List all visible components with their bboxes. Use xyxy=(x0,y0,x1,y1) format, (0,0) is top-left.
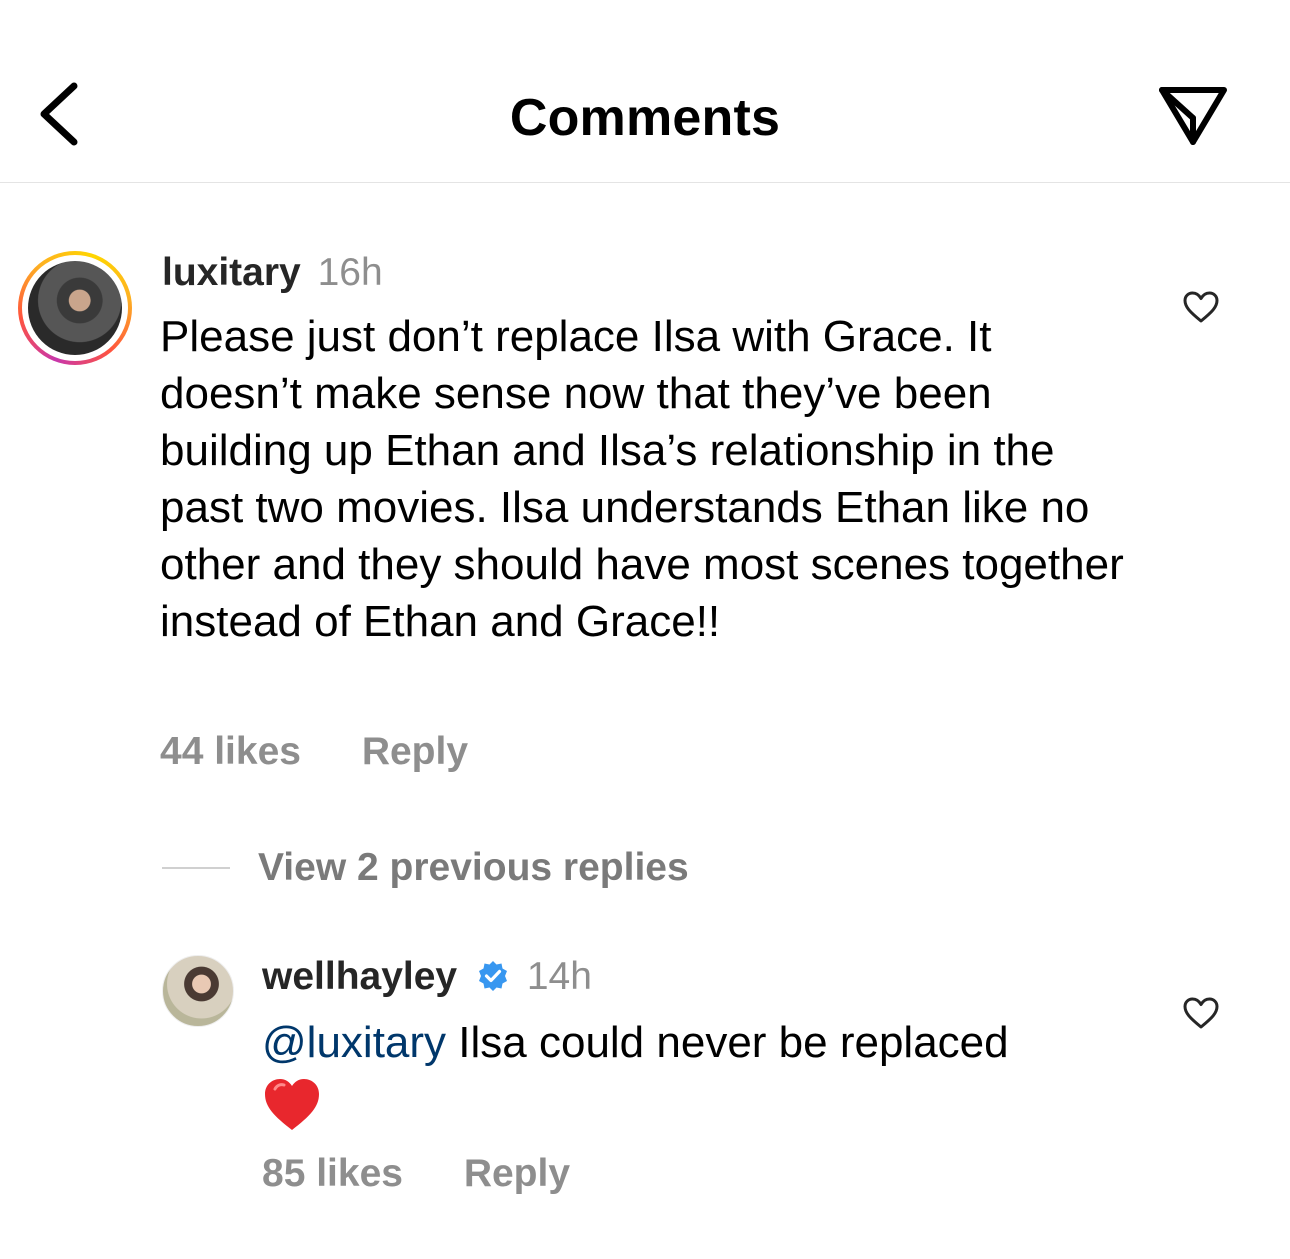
reply-meta: 85 likes Reply xyxy=(262,1152,570,1196)
page-title: Comments xyxy=(509,89,781,147)
likes-count[interactable]: 44 likes xyxy=(160,730,301,774)
like-button[interactable] xyxy=(1182,290,1220,324)
reply-text-block: @luxitary Ilsa could never be replaced xyxy=(262,1014,1142,1147)
heart-outline-icon xyxy=(1183,997,1219,1029)
view-previous-replies[interactable]: View 2 previous replies xyxy=(162,845,689,891)
share-button[interactable] xyxy=(1156,82,1230,148)
header-bar: Comments xyxy=(0,0,1290,183)
comment-meta: 44 likes Reply xyxy=(160,730,468,774)
reply-avatar[interactable] xyxy=(162,955,234,1027)
reply-like-button[interactable] xyxy=(1182,996,1220,1030)
divider-line xyxy=(162,867,230,869)
comment-text: Please just don’t replace Ilsa with Grac… xyxy=(160,312,1124,646)
avatar-photo xyxy=(28,261,122,355)
reply-time: 14h xyxy=(526,955,592,998)
reply-username[interactable]: wellhayley xyxy=(262,955,457,998)
reply-header: wellhayley 14h xyxy=(262,954,592,1000)
reply-button[interactable]: Reply xyxy=(362,730,468,774)
comment-header: luxitary 16h xyxy=(162,250,383,296)
paper-plane-icon xyxy=(1159,87,1227,145)
view-replies-label: View 2 previous replies xyxy=(258,846,689,889)
avatar[interactable] xyxy=(18,251,132,365)
comment-time: 16h xyxy=(317,251,383,294)
reply-likes-count[interactable]: 85 likes xyxy=(262,1152,403,1196)
red-heart-emoji-icon xyxy=(262,1077,322,1147)
verified-badge-icon xyxy=(478,961,507,991)
comment-username[interactable]: luxitary xyxy=(162,251,301,294)
reply-text: Ilsa could never be replaced xyxy=(446,1018,1009,1067)
reply-mention-link[interactable]: @luxitary xyxy=(262,1018,446,1067)
heart-outline-icon xyxy=(1183,291,1219,323)
reply-reply-button[interactable]: Reply xyxy=(464,1152,570,1196)
